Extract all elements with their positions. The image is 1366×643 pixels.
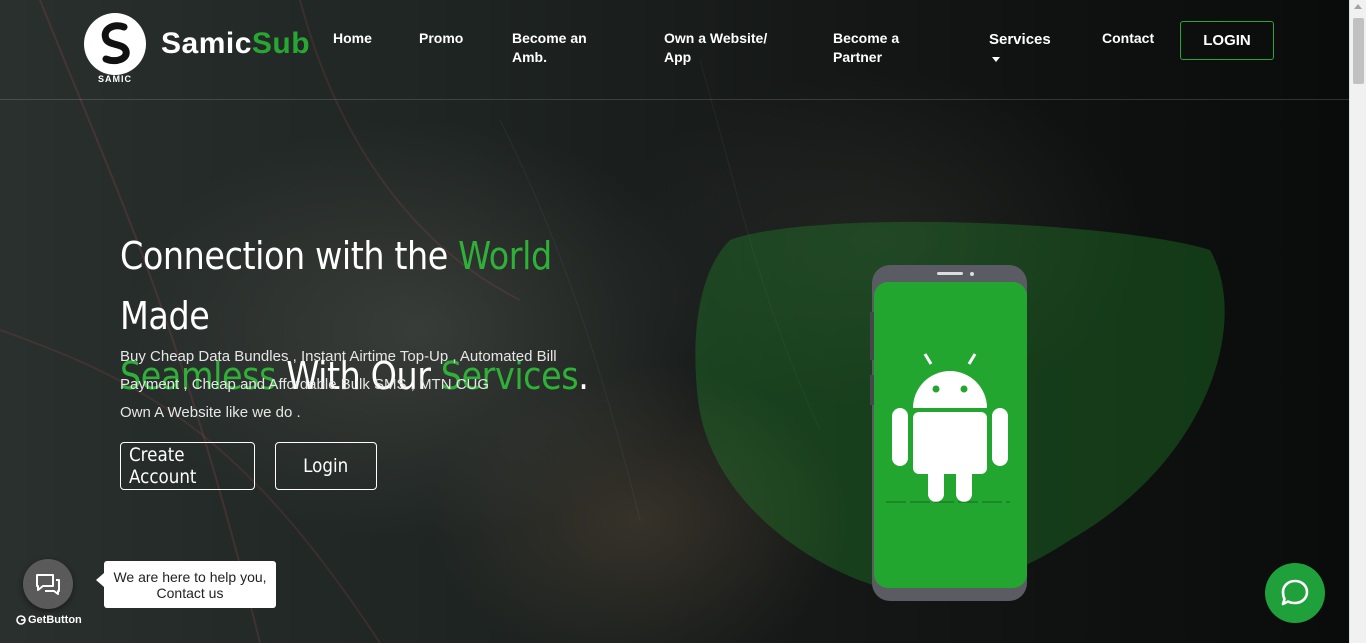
hero-login-label: Login [303, 455, 349, 477]
hero-description-text: Buy Cheap Data Bundles , Instant Airtime… [120, 348, 557, 393]
nav-become-partner[interactable]: Become a Partner [833, 29, 913, 67]
scrollbar-thumb[interactable] [1353, 18, 1364, 84]
hero-description: Buy Cheap Data Bundles , Instant Airtime… [120, 343, 600, 427]
header-login-button[interactable]: LOGIN [1180, 21, 1274, 60]
brand-name: SamicSub [161, 27, 310, 61]
getbutton-label[interactable]: GetButton [16, 614, 82, 626]
nav-contact[interactable]: Contact [1102, 29, 1154, 48]
site-header: SAMIC SamicSub Home Promo Become an Amb.… [0, 0, 1349, 100]
hero-description-line2: Own A Website like we do . [120, 404, 301, 421]
nav-own-website[interactable]: Own a Website/ App [664, 29, 782, 67]
logo-disc-icon [84, 13, 146, 75]
chevron-down-icon[interactable] [992, 57, 1000, 62]
live-chat-button[interactable] [1265, 563, 1325, 623]
brand-name-part2: Sub [251, 27, 311, 60]
hero-title-part: Made [120, 294, 210, 338]
nav-promo[interactable]: Promo [419, 29, 463, 48]
chat-icon [36, 574, 60, 595]
brand-logo[interactable]: SAMIC SamicSub [84, 13, 310, 85]
create-account-label: Create Account [128, 444, 197, 488]
nav-become-ambassador[interactable]: Become an Amb. [512, 29, 607, 67]
phone-illustration [690, 200, 1250, 614]
create-account-button[interactable]: Create Account [120, 442, 255, 490]
chat-bubble-icon [1281, 579, 1309, 606]
brand-name-part1: Samic [161, 27, 252, 60]
help-tooltip[interactable]: We are here to help you, Contact us [96, 561, 276, 608]
getbutton-logo-icon [16, 615, 26, 625]
getbutton-chat-button[interactable] [23, 559, 73, 609]
nav-services[interactable]: Services [989, 30, 1051, 49]
hero-title-part: Connection with the [120, 234, 459, 278]
logo-caption: SAMIC [98, 74, 132, 84]
hero-title-highlight: World [458, 234, 552, 278]
logo-mark: SAMIC [84, 13, 146, 85]
nav-home[interactable]: Home [333, 29, 372, 48]
getbutton-label-text: GetButton [28, 614, 82, 626]
scroll-up-arrow-icon[interactable] [1354, 4, 1362, 9]
android-phone-icon [695, 221, 1225, 601]
page-scrollbar[interactable] [1349, 0, 1366, 643]
help-tooltip-text: We are here to help you, Contact us [113, 568, 267, 601]
hero-login-button[interactable]: Login [275, 442, 377, 490]
